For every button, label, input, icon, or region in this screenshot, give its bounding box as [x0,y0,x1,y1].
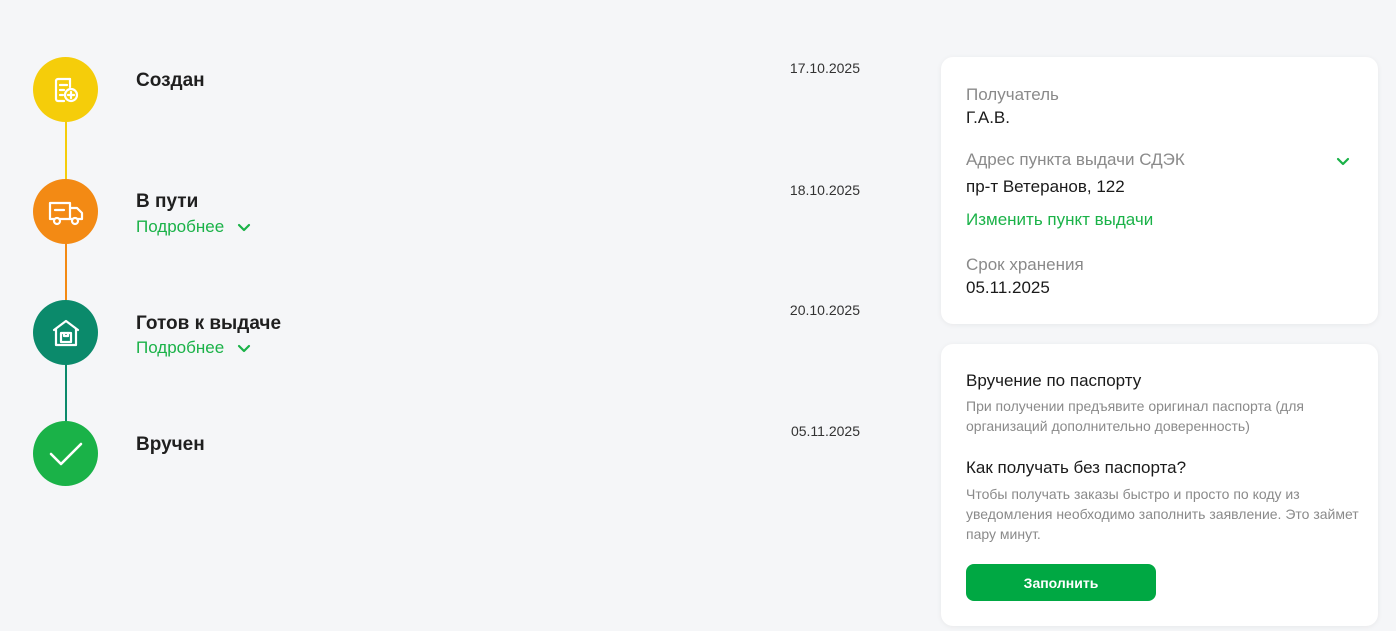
passport-heading: Вручение по паспорту [966,371,1142,390]
recipient-value: Г.А.В. [966,108,1010,127]
details-label: Подробнее [136,217,225,236]
timeline-step-in-transit: В пути Подробнее 18.10.2025 [0,179,880,249]
step-title: Вручен [136,434,205,455]
document-plus-icon [33,57,98,122]
storage-period-label: Срок хранения [966,255,1084,274]
step-date: 20.10.2025 [789,302,860,318]
recipient-label: Получатель [966,85,1059,104]
recipient-card: Получатель Г.А.В. Адрес пункта выдачи СД… [941,57,1378,324]
no-passport-question: Как получать без паспорта? [966,458,1187,477]
checkmark-icon [33,421,98,486]
timeline-step-delivered: Вручен 05.11.2025 [0,421,880,491]
details-label: Подробнее [136,338,225,357]
step-date: 17.10.2025 [789,60,860,76]
timeline-step-created: Создан 17.10.2025 [0,57,880,127]
pickup-address-value: пр-т Ветеранов, 122 [966,177,1125,196]
step-title: Готов к выдаче [136,313,282,334]
warehouse-icon [33,300,98,365]
step-title: Создан [136,70,205,91]
step-date: 05.11.2025 [790,423,860,439]
truck-icon [33,179,98,244]
status-timeline: Создан 17.10.2025 В пути Подробнее 18.10… [0,0,900,631]
storage-period-value: 05.11.2025 [966,278,1050,297]
chevron-down-icon[interactable] [1334,152,1352,170]
chevron-down-icon [236,340,252,356]
step-date: 18.10.2025 [789,182,860,198]
details-toggle[interactable]: Подробнее [136,217,252,237]
fill-application-button[interactable]: Заполнить [966,564,1156,601]
timeline-connector-teal [65,363,67,425]
step-title: В пути [136,191,199,212]
change-pickup-point-link[interactable]: Изменить пункт выдачи [966,210,1153,230]
timeline-step-ready: Готов к выдаче Подробнее 20.10.2025 [0,300,880,370]
details-toggle[interactable]: Подробнее [136,338,252,358]
timeline-connector-orange [65,242,67,304]
passport-card: Вручение по паспорту При получении предъ… [941,344,1378,626]
timeline-connector-yellow [65,120,67,182]
passport-description: При получении предъявите оригинал паспор… [966,398,1304,434]
pickup-address-label: Адрес пункта выдачи СДЭК [966,150,1185,169]
chevron-down-icon [236,219,252,235]
no-passport-description: Чтобы получать заказы быстро и просто по… [966,486,1359,542]
